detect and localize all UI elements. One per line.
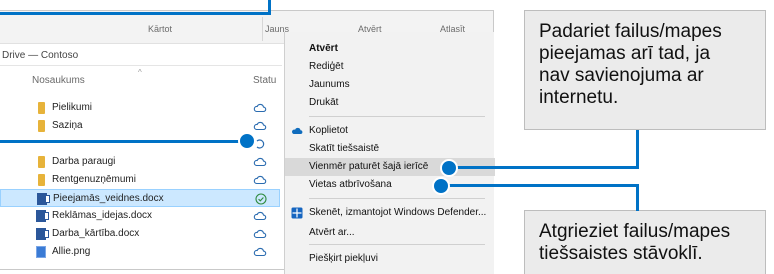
callout-text-line: Padariet failus/mapes <box>539 21 722 42</box>
sort-chevron-up-icon: ^ <box>138 68 142 77</box>
menu-item-label: Drukāt <box>309 97 339 108</box>
cloud-icon <box>253 229 267 239</box>
image-file-icon <box>36 246 46 258</box>
file-name: Darba_kārtība.docx <box>52 228 140 239</box>
connector-line <box>0 140 246 143</box>
file-name: Pielikumi <box>52 102 93 113</box>
menu-item-open-with[interactable]: Atvērt ar... <box>285 224 495 242</box>
indicator-dot <box>238 132 256 150</box>
column-header-status[interactable]: Statu <box>253 75 276 86</box>
callout-text-line: Atgrieziet failus/mapes <box>539 221 731 242</box>
callout-text-line: nav savienojuma ar <box>539 65 704 86</box>
available-check-icon <box>255 193 267 205</box>
connector-line <box>268 0 271 12</box>
menu-item-label: Vietas atbrīvošana <box>309 179 392 190</box>
list-item[interactable]: Allie.png <box>0 243 280 261</box>
list-item[interactable]: Saziņa <box>0 117 280 135</box>
menu-item-open[interactable]: Atvērt <box>285 40 495 58</box>
cloud-icon <box>253 121 267 131</box>
cloud-icon <box>253 103 267 113</box>
menu-item-label: Skatīt tiešsaistē <box>309 143 380 154</box>
menu-item-label: Skenēt, izmantojot Windows Defender... <box>309 207 487 218</box>
callout-text-line: pieejamas arī tad, ja <box>539 43 711 64</box>
folder-icon <box>38 174 45 186</box>
file-name: Saziņa <box>52 120 83 131</box>
cloud-icon <box>253 247 267 257</box>
callout-keep-on-device: Padariet failus/mapes pieejamas arī tad,… <box>524 10 766 130</box>
context-menu: Atvērt Rediģēt Jaunums Drukāt Koplietot … <box>284 32 495 274</box>
menu-item-edit[interactable]: Rediģēt <box>285 58 495 76</box>
menu-separator <box>309 116 485 117</box>
column-header-name[interactable]: Nosaukums <box>32 75 85 86</box>
menu-item-print[interactable]: Drukāt <box>285 94 495 112</box>
menu-item-new[interactable]: Jaunums <box>285 76 495 94</box>
menu-item-label: Koplietot <box>309 125 348 136</box>
cloud-icon <box>253 211 267 221</box>
menu-item-label: Atvērt ar... <box>309 227 355 238</box>
ribbon-sort-label[interactable]: Kārtot <box>148 24 172 34</box>
file-name: Pieejamās_veidnes.docx <box>53 193 164 204</box>
file-name: Darba paraugi <box>52 156 116 167</box>
menu-item-label: Atvērt <box>309 43 338 54</box>
menu-item-label: Vienmēr paturēt šajā ierīcē <box>309 161 429 172</box>
list-item[interactable]: Reklāmas_idejas.docx <box>0 207 280 225</box>
word-doc-icon <box>37 193 50 205</box>
list-item[interactable]: Darba paraugi <box>0 153 280 171</box>
connector-line <box>636 130 639 169</box>
folder-icon <box>38 120 45 132</box>
word-doc-icon <box>36 228 49 240</box>
menu-item-label: Jaunums <box>309 79 350 90</box>
list-item[interactable]: Darba_kārtība.docx <box>0 225 280 243</box>
menu-separator <box>309 244 485 245</box>
column-header-row: Nosaukums ^ Statu <box>0 68 280 89</box>
cloud-icon <box>253 175 267 185</box>
menu-item-scan-defender[interactable]: Skenēt, izmantojot Windows Defender... <box>285 204 495 222</box>
address-bar[interactable]: Drive — Contoso <box>0 47 282 66</box>
folder-icon <box>38 102 45 114</box>
menu-item-label: Piešķirt piekļuvi <box>309 253 378 264</box>
word-doc-icon <box>36 210 49 222</box>
windows-defender-shield-icon <box>291 207 303 219</box>
list-item[interactable]: Rentgenuzņēmumi <box>0 171 280 189</box>
file-name: Rentgenuzņēmumi <box>52 174 136 185</box>
callout-free-up-space: Atgrieziet failus/mapes tiešsaistes stāv… <box>524 210 766 274</box>
connector-line <box>636 184 639 211</box>
indicator-dot <box>440 159 458 177</box>
callout-text-line: internetu. <box>539 87 619 108</box>
callout-text-line: tiešsaistes stāvoklī. <box>539 243 703 264</box>
file-name: Reklāmas_idejas.docx <box>52 210 153 221</box>
connector-line <box>442 184 638 187</box>
folder-icon <box>38 156 45 168</box>
menu-item-view-online[interactable]: Skatīt tiešsaistē <box>285 140 495 158</box>
connector-line <box>448 166 638 169</box>
ribbon-separator <box>262 17 263 41</box>
indicator-dot <box>432 177 450 195</box>
connector-line <box>0 12 271 15</box>
file-name: Allie.png <box>52 246 91 257</box>
onedrive-cloud-icon <box>292 127 303 134</box>
menu-item-share[interactable]: Koplietot <box>285 122 495 140</box>
menu-item-give-access[interactable]: Piešķirt piekļuvi <box>285 250 495 268</box>
menu-item-label: Rediģēt <box>309 61 344 72</box>
menu-separator <box>309 198 485 199</box>
cloud-icon <box>253 157 267 167</box>
list-item-selected[interactable]: Pieejamās_veidnes.docx <box>0 189 280 207</box>
list-item[interactable]: Pielikumi <box>0 99 280 117</box>
